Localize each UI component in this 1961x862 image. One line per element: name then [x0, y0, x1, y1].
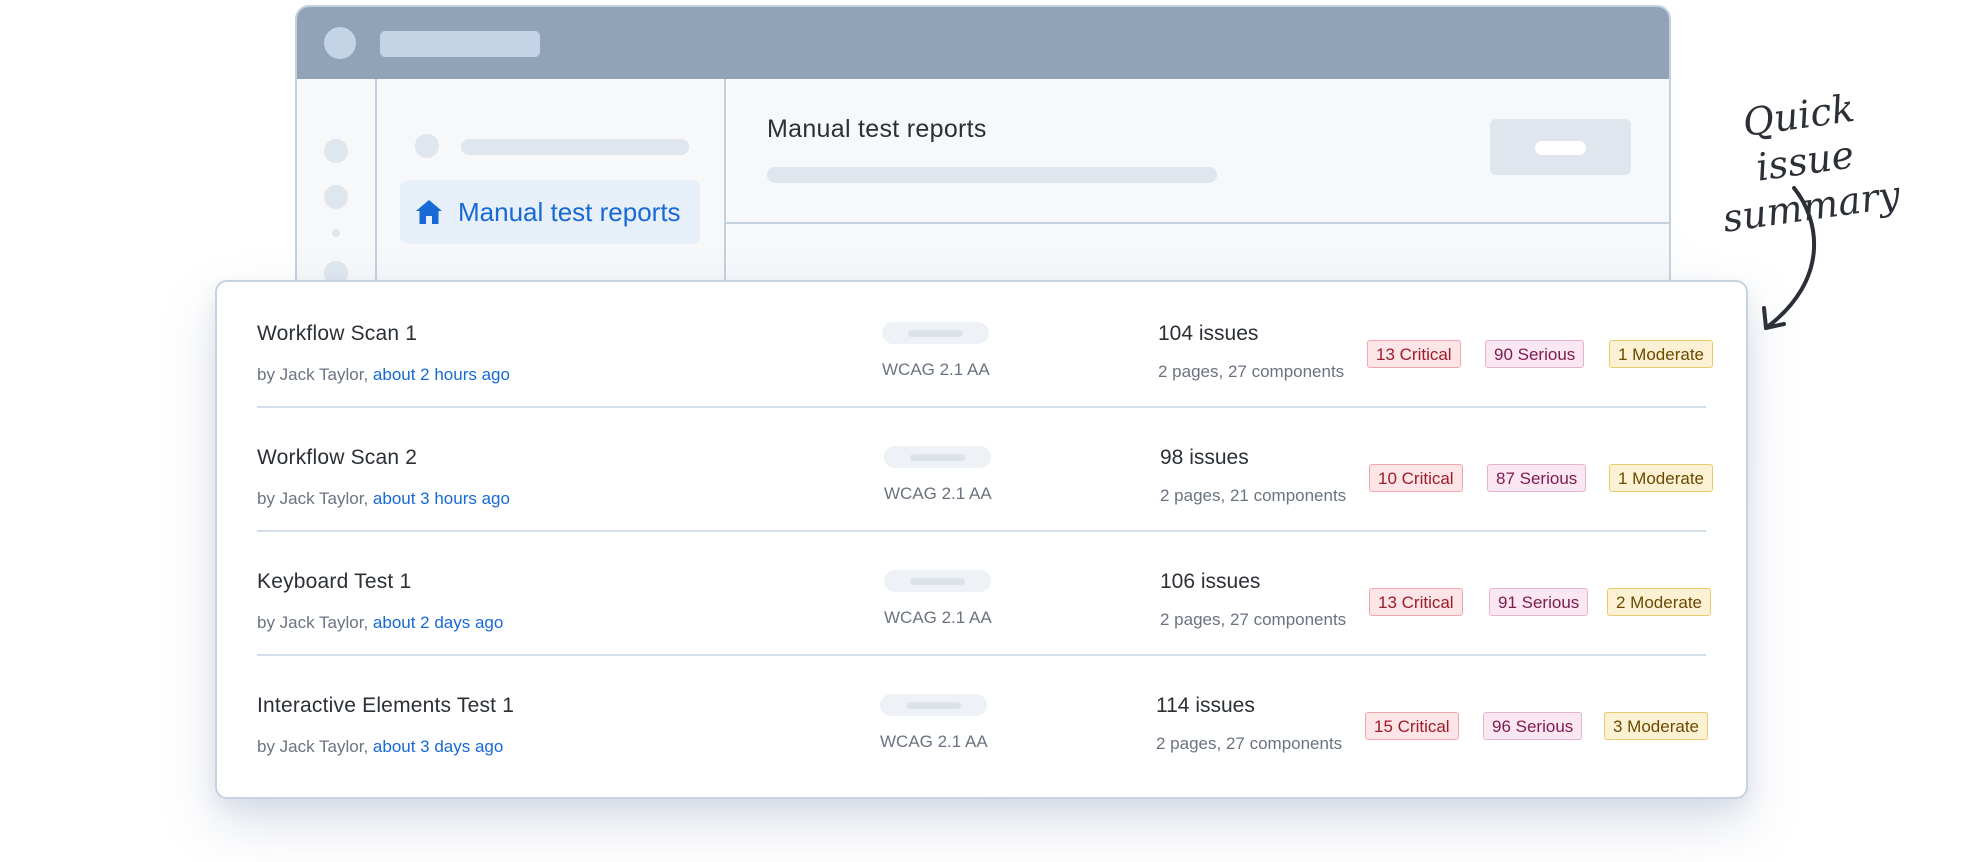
report-title[interactable]: Keyboard Test 1: [257, 570, 411, 594]
sidebar-item-manual-test-reports[interactable]: Manual test reports: [400, 180, 700, 244]
report-issue-count: 104 issues: [1158, 322, 1259, 345]
window-titlebar: [297, 7, 1669, 79]
critical-badge: 10 Critical: [1369, 464, 1463, 492]
report-issue-count: 114 issues: [1156, 694, 1255, 717]
report-row[interactable]: Workflow Scan 1 by Jack Taylor, about 2 …: [257, 282, 1713, 408]
report-author: by Jack Taylor,: [257, 737, 373, 756]
titlebar-title-placeholder: [380, 31, 540, 57]
report-standard: WCAG 2.1 AA: [884, 608, 992, 627]
moderate-badge: 3 Moderate: [1604, 712, 1708, 740]
standard-pill-placeholder: [882, 322, 989, 344]
titlebar-avatar-placeholder: [324, 27, 356, 59]
critical-badge: 13 Critical: [1367, 340, 1461, 368]
report-title[interactable]: Interactive Elements Test 1: [257, 694, 514, 718]
standard-pill-placeholder: [884, 446, 991, 468]
report-row[interactable]: Workflow Scan 2 by Jack Taylor, about 3 …: [257, 406, 1713, 532]
report-meta: by Jack Taylor, about 3 days ago: [257, 737, 503, 757]
report-author: by Jack Taylor,: [257, 613, 373, 632]
moderate-badge: 2 Moderate: [1607, 588, 1711, 616]
report-title[interactable]: Workflow Scan 1: [257, 322, 417, 346]
standard-pill-placeholder: [884, 570, 991, 592]
report-title[interactable]: Workflow Scan 2: [257, 446, 417, 470]
report-time-link[interactable]: about 2 days ago: [373, 613, 503, 632]
report-pages-summary: 2 pages, 21 components: [1160, 486, 1347, 505]
report-row[interactable]: Interactive Elements Test 1 by Jack Tayl…: [257, 654, 1708, 778]
sidebar-item-icon-placeholder: [415, 134, 439, 158]
report-row[interactable]: Keyboard Test 1 by Jack Taylor, about 2 …: [257, 530, 1711, 656]
critical-badge: 13 Critical: [1369, 588, 1463, 616]
sidebar-item-label: Manual test reports: [458, 196, 681, 227]
report-meta: by Jack Taylor, about 2 days ago: [257, 613, 503, 633]
report-meta: by Jack Taylor, about 2 hours ago: [257, 365, 510, 385]
rail-item-placeholder[interactable]: [324, 185, 348, 209]
report-pages-summary: 2 pages, 27 components: [1160, 610, 1347, 629]
sidebar-item-label-placeholder[interactable]: [461, 139, 689, 155]
moderate-badge: 1 Moderate: [1609, 464, 1713, 492]
report-time-link[interactable]: about 3 days ago: [373, 737, 503, 756]
page-header: Manual test reports: [726, 79, 1669, 224]
page-title: Manual test reports: [767, 115, 987, 143]
header-action-button-label-placeholder: [1535, 141, 1586, 155]
report-standard: WCAG 2.1 AA: [884, 484, 992, 503]
rail-item-placeholder[interactable]: [324, 139, 348, 163]
report-pages-summary: 2 pages, 27 components: [1156, 734, 1343, 753]
header-action-button[interactable]: [1490, 119, 1631, 175]
report-time-link[interactable]: about 2 hours ago: [373, 365, 510, 384]
serious-badge: 96 Serious: [1483, 712, 1583, 740]
report-author: by Jack Taylor,: [257, 489, 373, 508]
page-subtitle-placeholder: [767, 167, 1217, 183]
serious-badge: 90 Serious: [1485, 340, 1585, 368]
report-standard: WCAG 2.1 AA: [880, 732, 988, 751]
report-issue-count: 106 issues: [1160, 570, 1261, 593]
standard-pill-placeholder: [880, 694, 987, 716]
report-author: by Jack Taylor,: [257, 365, 373, 384]
report-time-link[interactable]: about 3 hours ago: [373, 489, 510, 508]
critical-badge: 15 Critical: [1365, 712, 1459, 740]
annotation-arrow-icon: [1762, 186, 1817, 330]
report-meta: by Jack Taylor, about 3 hours ago: [257, 489, 510, 509]
report-issue-count: 98 issues: [1160, 446, 1249, 469]
moderate-badge: 1 Moderate: [1609, 340, 1713, 368]
serious-badge: 87 Serious: [1487, 464, 1587, 492]
rail-separator-dot: [332, 229, 340, 237]
home-icon: [414, 197, 444, 227]
report-pages-summary: 2 pages, 27 components: [1158, 362, 1345, 381]
reports-card: Workflow Scan 1 by Jack Taylor, about 2 …: [215, 280, 1748, 799]
serious-badge: 91 Serious: [1489, 588, 1589, 616]
report-standard: WCAG 2.1 AA: [882, 360, 990, 379]
